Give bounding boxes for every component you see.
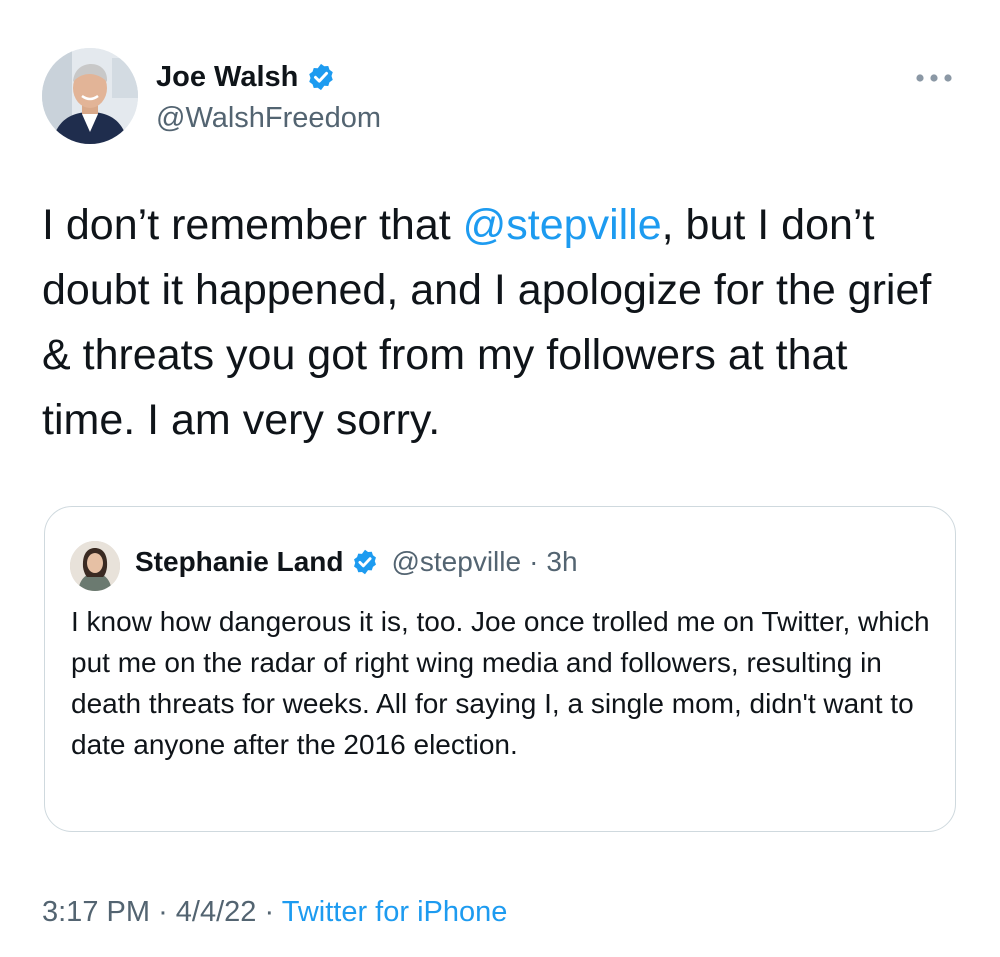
author-avatar[interactable]: [42, 48, 138, 144]
quoted-timestamp[interactable]: 3h: [546, 545, 577, 579]
tweet-time[interactable]: 3:17 PM: [42, 896, 150, 928]
quoted-tweet[interactable]: Stephanie Land @stepville · 3h I know ho…: [44, 506, 956, 832]
quoted-header: Stephanie Land @stepville · 3h: [135, 545, 578, 579]
quoted-handle[interactable]: @stepville: [391, 545, 521, 579]
meta-separator: ·: [158, 896, 168, 928]
tweet-date[interactable]: 4/4/22: [176, 896, 257, 928]
quoted-display-name[interactable]: Stephanie Land: [135, 545, 343, 579]
author-name-row: Joe Walsh: [156, 60, 336, 94]
quoted-profile-photo-icon: [70, 541, 120, 591]
quoted-separator: ·: [529, 546, 539, 577]
more-options-icon[interactable]: [912, 68, 956, 88]
mention-link[interactable]: @stepville: [463, 201, 662, 249]
author-handle[interactable]: @WalshFreedom: [156, 101, 381, 135]
quoted-verified-badge-icon: [351, 548, 379, 576]
tweet-metadata: 3:17 PM · 4/4/22 · Twitter for iPhone: [42, 893, 507, 931]
profile-photo-icon: [42, 48, 138, 144]
tweet-text: I don’t remember that @stepville, but I …: [42, 193, 942, 453]
verified-badge-icon: [306, 62, 336, 92]
tweet-text-start: I don’t remember that: [42, 201, 463, 249]
quoted-author-avatar[interactable]: [70, 541, 120, 591]
tweet-source-link[interactable]: Twitter for iPhone: [282, 896, 508, 928]
meta-separator: ·: [264, 896, 275, 928]
quoted-tweet-text: I know how dangerous it is, too. Joe onc…: [71, 606, 930, 760]
author-display-name[interactable]: Joe Walsh: [156, 60, 298, 94]
